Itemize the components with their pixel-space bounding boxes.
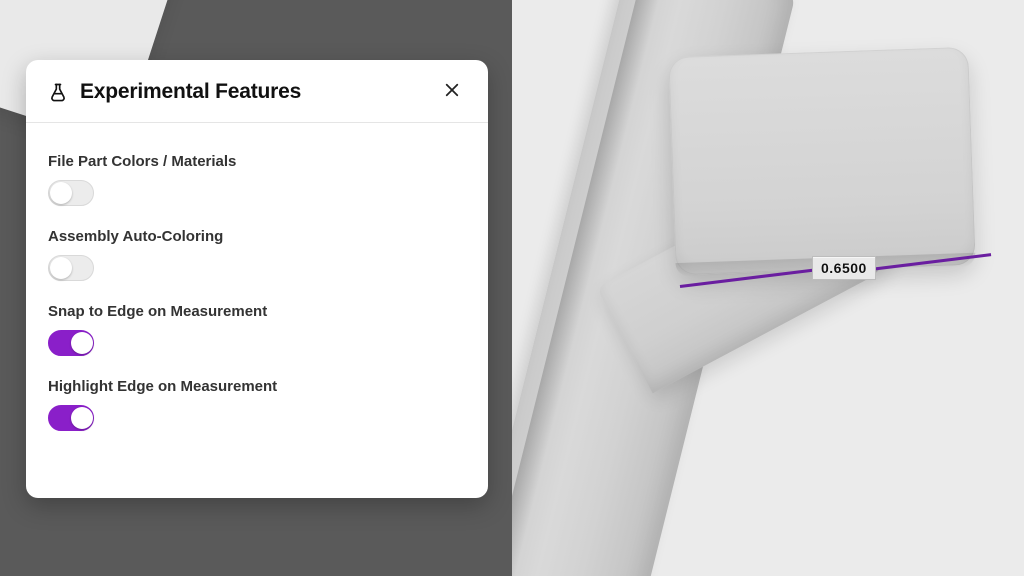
toggle-highlight-edge[interactable] [48,405,94,431]
feature-snap-to-edge: Snap to Edge on Measurement [48,303,466,356]
toggle-snap-to-edge[interactable] [48,330,94,356]
experimental-features-dialog: Experimental Features File Part Colors /… [26,60,488,498]
dialog-body: File Part Colors / Materials Assembly Au… [26,123,488,453]
feature-label: Snap to Edge on Measurement [48,303,466,320]
dialog-title: Experimental Features [80,80,438,104]
measurement-badge[interactable]: 0.6500 [812,256,876,280]
app-stage: 0.6500 Experimental Features [0,0,1024,576]
left-pane: Experimental Features File Part Colors /… [0,0,512,576]
toggle-file-part-colors[interactable] [48,180,94,206]
feature-file-part-colors: File Part Colors / Materials [48,153,466,206]
feature-label: Assembly Auto-Coloring [48,228,466,245]
measurement-value: 0.6500 [821,260,867,276]
close-button[interactable] [438,78,466,106]
toggle-assembly-auto-coloring[interactable] [48,255,94,281]
close-icon [443,81,461,104]
feature-highlight-edge: Highlight Edge on Measurement [48,378,466,431]
model-plate [668,47,975,275]
flask-icon [48,82,68,102]
dialog-header: Experimental Features [26,60,488,123]
feature-assembly-auto-coloring: Assembly Auto-Coloring [48,228,466,281]
feature-label: File Part Colors / Materials [48,153,466,170]
viewport-3d[interactable]: 0.6500 [512,0,1024,576]
scene: 0.6500 [512,0,1024,576]
feature-label: Highlight Edge on Measurement [48,378,466,395]
